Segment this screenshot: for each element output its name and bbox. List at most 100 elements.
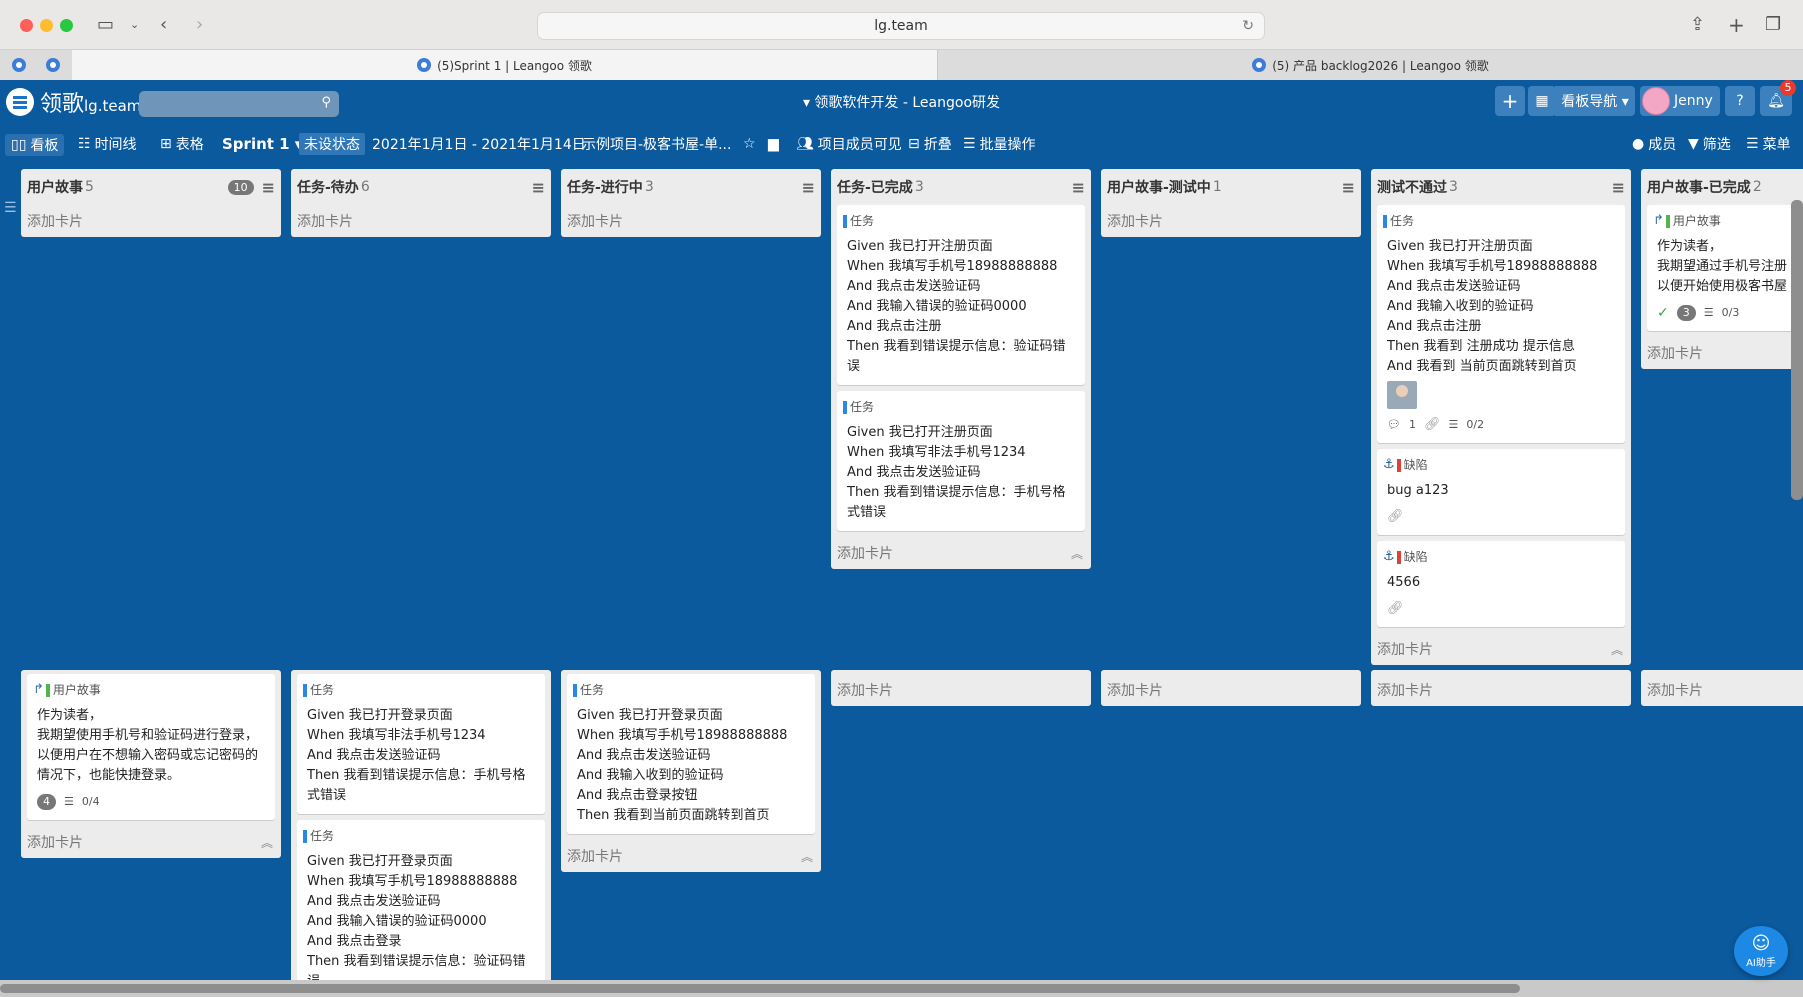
notification-button[interactable]: 🔔︎ 5 (1760, 80, 1796, 116)
help-button[interactable]: ? (1725, 86, 1755, 116)
collapse-icon[interactable]: ︽ (801, 848, 813, 865)
kanban-card[interactable]: ⚓ 缺陷 bug a123 🔗︎ (1377, 449, 1625, 535)
card-text-line: And 我输入收到的验证码 (577, 768, 724, 783)
add-card-button[interactable]: 添加卡片 (561, 205, 821, 237)
add-card-button[interactable]: 添加卡片 ︽ (1371, 633, 1631, 665)
collapse-icon[interactable]: ︽ (261, 834, 273, 851)
card-text-line: Then 我看到错误提示信息：验证码错误 (847, 339, 1066, 374)
add-card-button[interactable]: 添加卡片 (1101, 674, 1361, 706)
list-menu-icon[interactable]: ≡ (802, 178, 815, 197)
collapse-icon[interactable]: ︽ (1611, 641, 1623, 658)
lane-handle-icon[interactable]: ☰ (4, 200, 17, 216)
collapse-icon[interactable]: ︽ (1071, 545, 1083, 562)
list-menu-icon[interactable]: ≡ (1342, 178, 1355, 197)
list-header[interactable]: 任务-进行中 3 ≡ (561, 169, 821, 205)
filter-button[interactable]: ▼ 筛选 (1688, 133, 1731, 155)
card-text-line: Given 我已打开注册页面 (847, 425, 993, 440)
kanban-card[interactable]: ↱ 用户故事 作为读者， 我期望通过手机号注册 以便开始使用极客书屋 ✓ 3 ☰ 0/3 (1647, 205, 1803, 331)
share-icon[interactable]: ⇪ (1690, 13, 1705, 37)
chevron-down-icon[interactable]: ⌄ (130, 13, 139, 37)
kanban-card[interactable]: 任务 Given 我已打开注册页面 When 我填写手机号18988888888 An… (1377, 205, 1625, 443)
pinned-tab[interactable] (38, 54, 68, 76)
list-header[interactable]: 用户故事-已完成2≡ (1641, 169, 1803, 205)
add-card-button[interactable]: 添加卡片 (1641, 674, 1803, 706)
view-timeline-tab[interactable]: ☷ 时间线 (78, 133, 137, 155)
user-menu[interactable]: Jenny (1640, 86, 1720, 116)
assignee-avatar[interactable] (1387, 381, 1417, 409)
ai-assistant-button[interactable]: ☺ AI助手 (1734, 926, 1788, 976)
kanban-card[interactable]: 任务 Given 我已打开注册页面 When 我填写手机号18988888888 An… (837, 205, 1085, 385)
sidebar-icon[interactable]: ▭ (97, 13, 114, 37)
list-header[interactable]: 任务-待办 6 ≡ (291, 169, 551, 205)
address-bar[interactable]: lg.team ↻ (537, 12, 1265, 40)
status-label: 未设状态 (299, 133, 365, 155)
members-button[interactable]: ● 成员 (1632, 133, 1676, 155)
list-menu-icon[interactable]: ≡ (262, 178, 275, 197)
add-card-button[interactable]: 添加卡片 ︽ (21, 826, 281, 858)
list-header[interactable]: 用户故事-测试中 1 ≡ (1101, 169, 1361, 205)
kanban-card[interactable]: 任务 Given 我已打开登录页面 When 我填写手机号18988888888 An… (567, 674, 815, 834)
kanban-card[interactable]: ⚓ 缺陷 4566 🔗︎ (1377, 541, 1625, 627)
card-text-line: And 我点击发送验证码 (577, 748, 711, 763)
reload-icon[interactable]: ↻ (1242, 13, 1254, 39)
list-header[interactable]: 测试不通过 3 ≡ (1371, 169, 1631, 205)
leangoo-favicon-icon (46, 58, 60, 72)
star-icon[interactable]: ☆ (743, 133, 756, 155)
kanban-card[interactable]: 任务 Given 我已打开登录页面 When 我填写手机号18988888888 An… (297, 820, 545, 980)
card-text-line: 我期望通过手机号注册 (1657, 259, 1788, 274)
vertical-scrollbar[interactable] (1791, 200, 1803, 500)
checklist-count: 0/4 (81, 795, 100, 808)
status-tag[interactable]: 未设状态 (299, 133, 365, 155)
forward-icon[interactable]: › (196, 13, 203, 37)
add-card-button[interactable]: 添加卡片 (1101, 205, 1361, 237)
kanban-card[interactable]: 任务 Given 我已打开登录页面 When 我填写非法手机号1234 And 我点击… (297, 674, 545, 814)
card-text-line: And 我点击发送验证码 (847, 465, 981, 480)
grid-icon[interactable]: ▦ (1528, 86, 1556, 116)
close-window-button[interactable] (20, 19, 33, 32)
minimize-window-button[interactable] (40, 19, 53, 32)
view-table-tab[interactable]: ⊞ 表格 (160, 133, 204, 155)
add-card-button[interactable]: 添加卡片 (21, 205, 281, 237)
board-nav-button[interactable]: 看板导航 ▾ (1555, 86, 1635, 116)
back-icon[interactable]: ‹ (160, 13, 167, 37)
visibility-button[interactable]: 👥︎ 项目成员可见 (796, 133, 902, 155)
list-menu-icon[interactable]: ≡ (532, 178, 545, 197)
sprint-dates[interactable]: 2021年1月1日 - 2021年1月14日 (372, 133, 586, 155)
pinned-tab[interactable] (4, 54, 34, 76)
type-color-bar (1396, 550, 1401, 564)
type-color-bar (1665, 214, 1670, 228)
scrollbar-thumb[interactable] (0, 984, 1520, 993)
list-header[interactable]: 用户故事 5 10 ≡ (21, 169, 281, 205)
add-card-button[interactable]: 添加卡片 (291, 205, 551, 237)
menu-button[interactable]: ☰ 菜单 (1746, 133, 1791, 155)
card-text-line: And 我点击发送验证码 (307, 748, 441, 763)
add-card-button[interactable]: 添加卡片 ︽ (561, 840, 821, 872)
sprint-selector[interactable]: Sprint 1 ▾ (222, 133, 302, 155)
card-text-line: When 我填写手机号18988888888 (307, 874, 518, 889)
project-name[interactable]: 示例项目-极客书屋-单... (582, 133, 731, 155)
list-column: 任务-已完成 3 ≡ 任务 Given 我已打开注册页面 When 我填写手机号18988… (831, 169, 1091, 569)
horizontal-scrollbar[interactable] (0, 980, 1803, 997)
card-text-line: And 我点击注册 (847, 319, 942, 334)
batch-button[interactable]: ☰ 批量操作 (963, 133, 1036, 155)
card-type: ⚓ 缺陷 (1383, 455, 1615, 475)
tab-sprint-1[interactable]: (5)Sprint 1 | Leangoo 领歌 (72, 50, 938, 80)
chart-icon[interactable]: ▆ (768, 133, 779, 155)
add-card-button[interactable]: 添加卡片 (1371, 674, 1631, 706)
view-board-tab[interactable]: ▯▯ 看板 (5, 134, 65, 156)
new-tab-icon[interactable]: + (1728, 13, 1745, 37)
list-header[interactable]: 任务-已完成 3 ≡ (831, 169, 1091, 205)
add-card-button[interactable]: 添加卡片 (831, 674, 1091, 706)
tab-overview-icon[interactable]: ❐ (1765, 13, 1781, 37)
tab-product-backlog[interactable]: (5) 产品 backlog2026 | Leangoo 领歌 (938, 50, 1803, 80)
add-button[interactable]: + (1495, 86, 1525, 116)
kanban-card[interactable]: ↱ 用户故事 作为读者， 我期望使用手机号和验证码进行登录， 以便用户在不想输入密码或忘… (27, 674, 275, 820)
add-card-button[interactable]: 添加卡片 ︽ (831, 537, 1091, 569)
add-card-button[interactable]: 添加卡片 (1641, 337, 1803, 369)
list-menu-icon[interactable]: ≡ (1072, 178, 1085, 197)
card-type-label: 用户故事 (1672, 214, 1721, 228)
list-menu-icon[interactable]: ≡ (1612, 178, 1625, 197)
fold-button[interactable]: ⊟ 折叠 (908, 133, 952, 155)
kanban-card[interactable]: 任务 Given 我已打开注册页面 When 我填写非法手机号1234 And 我点击… (837, 391, 1085, 531)
zoom-window-button[interactable] (60, 19, 73, 32)
